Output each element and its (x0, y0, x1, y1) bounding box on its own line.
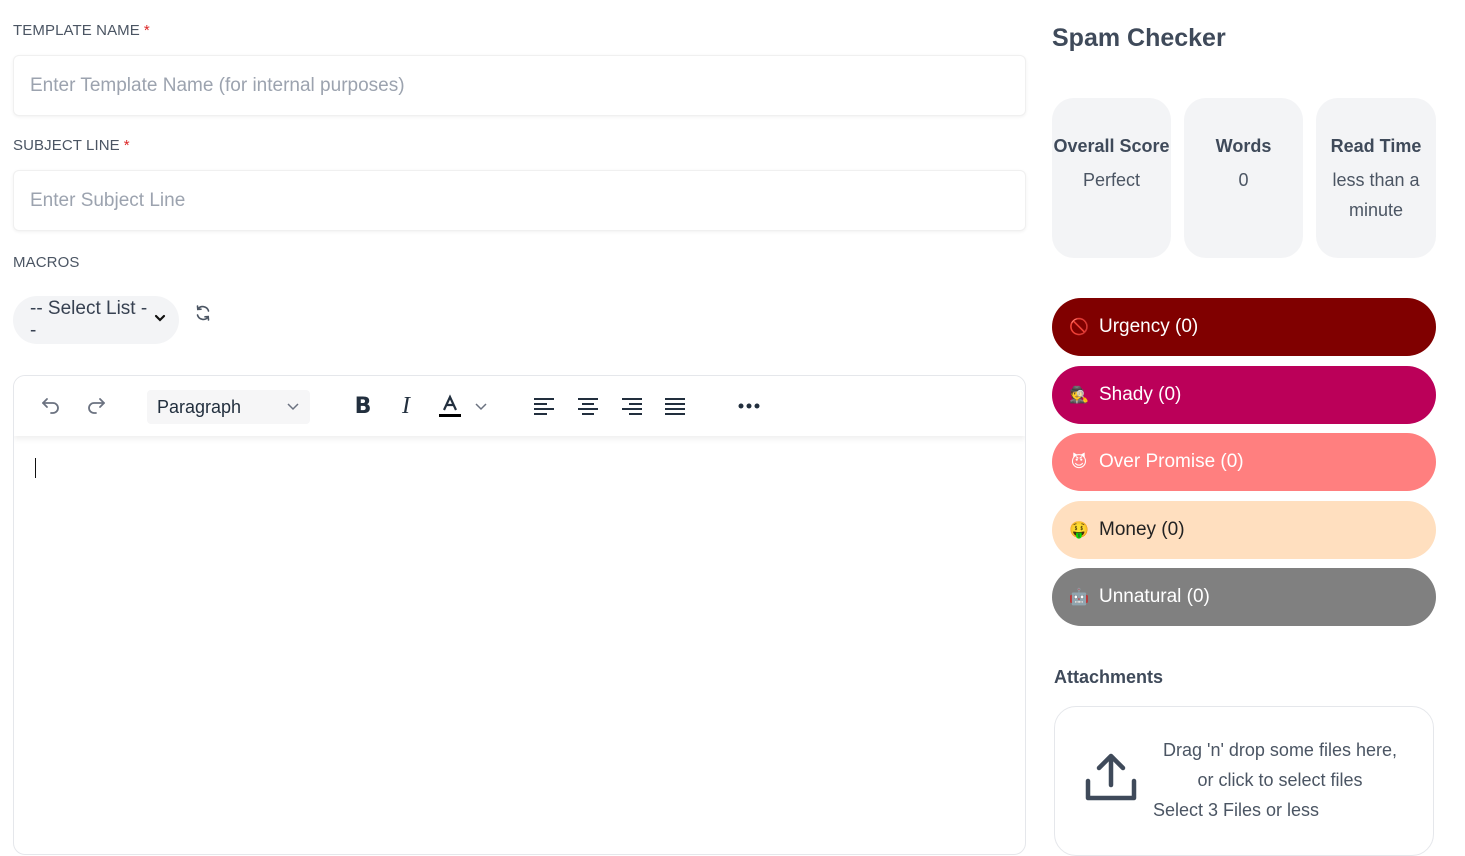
no-entry-icon: 🚫 (1069, 319, 1089, 336)
chevron-down-icon (286, 397, 300, 418)
category-urgency[interactable]: 🚫 Urgency (0) (1052, 298, 1436, 356)
text-color-chevron-icon[interactable] (471, 376, 491, 436)
required-mark: * (143, 22, 150, 39)
subject-line-label: SUBJECT LINE * (13, 137, 130, 154)
dropzone-text: Drag 'n' drop some files here, or click … (1163, 740, 1397, 790)
category-unnatural[interactable]: 🤖 Unnatural (0) (1052, 568, 1436, 626)
stat-label: Words (1215, 136, 1272, 156)
category-label: Shady (0) (1099, 384, 1182, 405)
attachments-title: Attachments (1054, 667, 1164, 687)
bold-icon[interactable]: B (348, 376, 378, 436)
category-shady[interactable]: 🕵️ Shady (0) (1052, 366, 1436, 424)
italic-icon[interactable]: I (391, 376, 421, 436)
align-center-icon[interactable] (573, 376, 603, 436)
robot-icon: 🤖 (1069, 589, 1089, 606)
macros-label: MACROS (13, 254, 80, 271)
stat-value: less than a minute (1332, 170, 1420, 220)
template-name-label: TEMPLATE NAME * (13, 22, 150, 39)
stat-label: Read Time (1330, 136, 1422, 156)
macros-list-select[interactable]: -- Select List -- (13, 296, 179, 344)
upload-icon (1085, 751, 1137, 808)
stat-value: Perfect (1082, 170, 1141, 190)
align-justify-icon[interactable] (660, 376, 690, 436)
category-label: Urgency (0) (1099, 316, 1199, 337)
editor-toolbar: Paragraph B I (14, 376, 1025, 436)
refresh-icon[interactable] (193, 303, 213, 328)
undo-icon[interactable] (36, 376, 66, 436)
category-label: Money (0) (1099, 519, 1185, 540)
block-format-select[interactable]: Paragraph (147, 390, 310, 424)
stat-overall-score: Overall Score Perfect (1052, 98, 1171, 258)
block-format-value: Paragraph (157, 396, 242, 417)
category-over-promise[interactable]: 😈 Over Promise (0) (1052, 433, 1436, 491)
text-color-icon[interactable] (435, 376, 465, 436)
category-label: Over Promise (0) (1099, 451, 1244, 472)
chevron-down-icon (153, 309, 167, 331)
stat-words: Words 0 (1184, 98, 1303, 258)
redo-icon[interactable] (81, 376, 111, 436)
spam-checker-title: Spam Checker (1052, 24, 1226, 52)
attachments-dropzone[interactable]: Drag 'n' drop some files here, or click … (1054, 706, 1434, 856)
stat-value: 0 (1238, 170, 1249, 190)
stat-label: Overall Score (1053, 136, 1170, 156)
select-value: -- Select List -- (30, 298, 148, 341)
category-money[interactable]: 🤑 Money (0) (1052, 501, 1436, 559)
devil-icon: 😈 (1070, 454, 1088, 471)
editor-content-area[interactable] (14, 436, 1025, 854)
align-left-icon[interactable] (529, 376, 559, 436)
template-name-label-text: TEMPLATE NAME (13, 22, 140, 39)
subject-line-label-text: SUBJECT LINE (13, 137, 120, 154)
more-icon[interactable] (734, 376, 764, 436)
text-cursor (35, 458, 36, 478)
align-right-icon[interactable] (617, 376, 647, 436)
stat-read-time: Read Time less than a minute (1316, 98, 1436, 258)
rich-text-editor: Paragraph B I (13, 375, 1026, 855)
template-name-input[interactable] (13, 55, 1026, 116)
detective-icon: 🕵️ (1069, 387, 1089, 404)
subject-line-input[interactable] (13, 170, 1026, 231)
category-label: Unnatural (0) (1099, 586, 1210, 607)
required-mark: * (123, 137, 130, 154)
money-face-icon: 🤑 (1069, 522, 1089, 539)
dropzone-limit-text: Select 3 Files or less (1153, 800, 1320, 820)
